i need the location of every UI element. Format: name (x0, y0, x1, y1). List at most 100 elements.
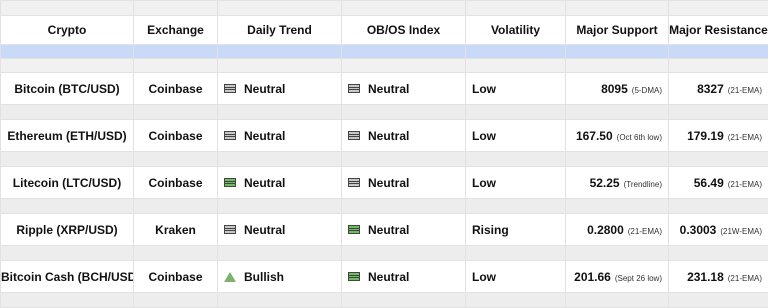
volatility-text: Low (472, 129, 496, 143)
volatility-cell[interactable]: Low (466, 167, 566, 199)
major-resistance-cell[interactable]: 0.3003(21W-EMA) (669, 214, 768, 246)
neutral-green-icon (348, 272, 360, 281)
header-volatility[interactable]: Volatility (466, 16, 566, 45)
crypto-cell[interactable]: Bitcoin (BTC/USD) (1, 73, 134, 105)
exchange-text: Coinbase (148, 129, 202, 143)
neutral-gray-icon (348, 178, 360, 187)
major-support-cell[interactable]: 167.50 (Oct 6th low) (566, 120, 669, 152)
table-row[interactable]: Bitcoin (BTC/USD) Coinbase Neutral Neutr… (1, 73, 768, 105)
support-note-text: (Trendline) (624, 180, 662, 189)
obos-index-cell[interactable]: Neutral (342, 73, 466, 105)
support-note-text: (Oct 6th low) (617, 133, 662, 142)
crypto-text: Bitcoin Cash (BCH/USD) (1, 270, 134, 284)
major-support-cell[interactable]: 52.25 (Trendline) (566, 167, 669, 199)
resistance-text: 8327 (697, 82, 724, 96)
support-text: 8095 (601, 82, 628, 96)
header-obos-index[interactable]: OB/OS Index (342, 16, 466, 45)
obos-text: Neutral (368, 270, 409, 284)
resistance-note-text: (21-EMA) (728, 86, 762, 95)
major-resistance-cell[interactable]: 179.19(21-EMA) (669, 120, 768, 152)
exchange-text: Coinbase (148, 176, 202, 190)
crypto-cell[interactable]: Ethereum (ETH/USD) (1, 120, 134, 152)
trend-text: Neutral (244, 82, 285, 96)
major-support-cell[interactable]: 8095 (5-DMA) (566, 73, 669, 105)
exchange-cell[interactable]: Coinbase (134, 73, 218, 105)
obos-index-cell[interactable]: Neutral (342, 214, 466, 246)
support-text: 0.2800 (587, 223, 624, 237)
exchange-cell[interactable]: Coinbase (134, 261, 218, 293)
daily-trend-cell[interactable]: Neutral (218, 167, 342, 199)
trend-text: Neutral (244, 176, 285, 190)
support-text: 201.66 (574, 270, 611, 284)
resistance-text: 56.49 (694, 176, 724, 190)
spacer-row (1, 246, 768, 261)
trend-text: Neutral (244, 223, 285, 237)
resistance-note-text: (21W-EMA) (720, 227, 762, 236)
spacer-row (1, 199, 768, 214)
support-note-text: (Sept 26 low) (615, 274, 662, 283)
spacer-row (1, 293, 768, 308)
bullish-triangle-icon (224, 272, 236, 282)
trend-text: Neutral (244, 129, 285, 143)
volatility-text: Rising (472, 223, 509, 237)
header-crypto[interactable]: Crypto (1, 16, 134, 45)
table-row[interactable]: Ripple (XRP/USD) Kraken Neutral Neutral … (1, 214, 768, 246)
crypto-cell[interactable]: Litecoin (LTC/USD) (1, 167, 134, 199)
volatility-cell[interactable]: Low (466, 120, 566, 152)
resistance-text: 0.3003 (680, 223, 717, 237)
header-row: Crypto Exchange Daily Trend OB/OS Index … (1, 16, 768, 45)
major-support-cell[interactable]: 201.66 (Sept 26 low) (566, 261, 669, 293)
neutral-gray-icon (224, 131, 236, 140)
support-note-text: (21-EMA) (628, 227, 662, 236)
crypto-table-sheet: Crypto Exchange Daily Trend OB/OS Index … (0, 0, 768, 307)
support-note-text: (5-DMA) (632, 86, 662, 95)
support-text: 167.50 (576, 129, 613, 143)
major-resistance-cell[interactable]: 56.49 (21-EMA) (669, 167, 768, 199)
obos-index-cell[interactable]: Neutral (342, 120, 466, 152)
header-exchange[interactable]: Exchange (134, 16, 218, 45)
volatility-cell[interactable]: Low (466, 261, 566, 293)
obos-text: Neutral (368, 176, 409, 190)
spacer-row (1, 152, 768, 167)
trend-text: Bullish (244, 270, 284, 284)
top-spacer-row (1, 1, 768, 16)
resistance-note-text: (21-EMA) (728, 180, 762, 189)
neutral-gray-icon (224, 225, 236, 234)
neutral-gray-icon (348, 131, 360, 140)
selected-band-row[interactable] (1, 45, 768, 59)
support-text: 52.25 (590, 176, 620, 190)
major-resistance-cell[interactable]: 8327 (21-EMA) (669, 73, 768, 105)
volatility-cell[interactable]: Rising (466, 214, 566, 246)
daily-trend-cell[interactable]: Neutral (218, 120, 342, 152)
neutral-gray-icon (348, 84, 360, 93)
header-major-resistance[interactable]: Major Resistance (669, 16, 768, 45)
obos-index-cell[interactable]: Neutral (342, 167, 466, 199)
crypto-text: Litecoin (LTC/USD) (13, 176, 121, 190)
obos-index-cell[interactable]: Neutral (342, 261, 466, 293)
resistance-text: 231.18 (687, 270, 724, 284)
table-row[interactable]: Ethereum (ETH/USD) Coinbase Neutral Neut… (1, 120, 768, 152)
obos-text: Neutral (368, 129, 409, 143)
volatility-cell[interactable]: Low (466, 73, 566, 105)
spacer-row (1, 105, 768, 120)
header-daily-trend[interactable]: Daily Trend (218, 16, 342, 45)
daily-trend-cell[interactable]: Neutral (218, 73, 342, 105)
table-row[interactable]: Bitcoin Cash (BCH/USD) Coinbase Bullish … (1, 261, 768, 293)
obos-text: Neutral (368, 223, 409, 237)
major-support-cell[interactable]: 0.2800 (21-EMA) (566, 214, 669, 246)
crypto-table: Crypto Exchange Daily Trend OB/OS Index … (0, 0, 768, 308)
exchange-text: Kraken (155, 223, 196, 237)
daily-trend-cell[interactable]: Bullish (218, 261, 342, 293)
exchange-cell[interactable]: Coinbase (134, 167, 218, 199)
exchange-cell[interactable]: Kraken (134, 214, 218, 246)
major-resistance-cell[interactable]: 231.18(21-EMA) (669, 261, 768, 293)
daily-trend-cell[interactable]: Neutral (218, 214, 342, 246)
neutral-green-icon (224, 178, 236, 187)
resistance-text: 179.19 (687, 129, 724, 143)
table-row[interactable]: Litecoin (LTC/USD) Coinbase Neutral Neut… (1, 167, 768, 199)
header-major-support[interactable]: Major Support (566, 16, 669, 45)
crypto-cell[interactable]: Bitcoin Cash (BCH/USD) (1, 261, 134, 293)
exchange-cell[interactable]: Coinbase (134, 120, 218, 152)
volatility-text: Low (472, 82, 496, 96)
crypto-cell[interactable]: Ripple (XRP/USD) (1, 214, 134, 246)
